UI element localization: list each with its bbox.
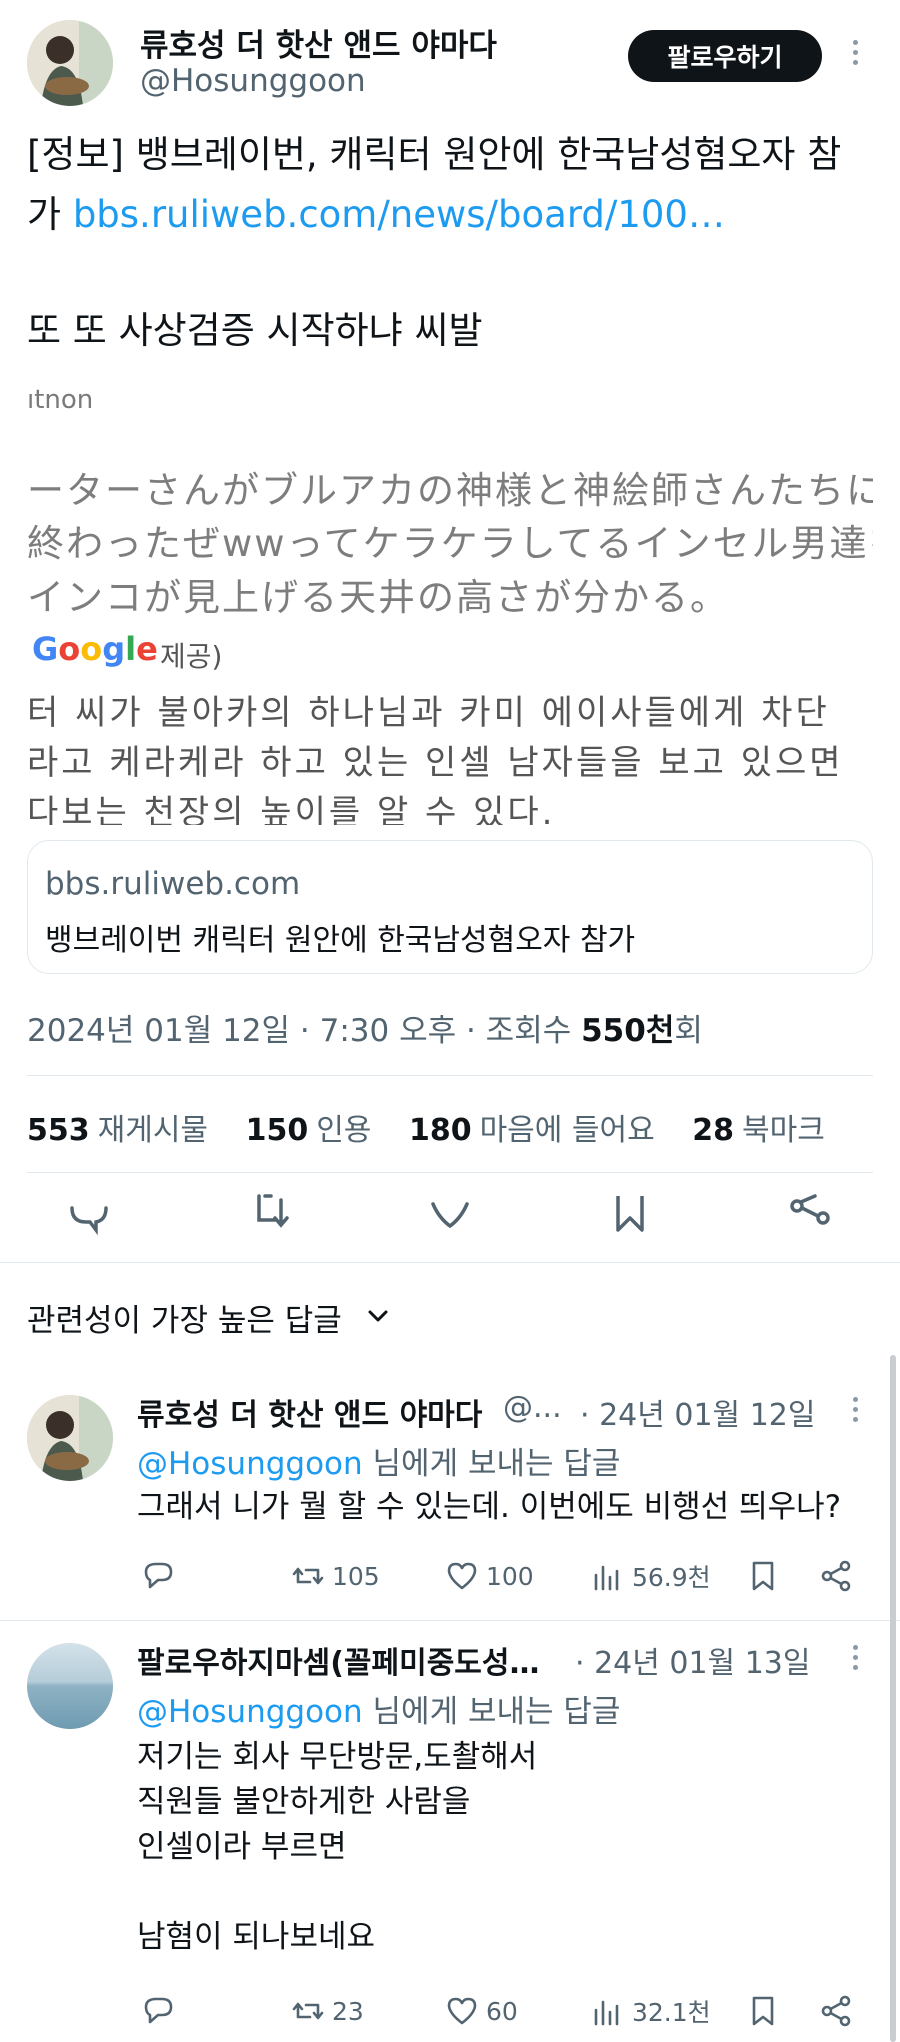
section-divider — [0, 1262, 900, 1263]
google-logo: Google — [32, 630, 158, 668]
tweet-text: [정보] 뱅브레이번, 캐릭터 원안에 한국남성혐오자 참가 bbs.ruliw… — [27, 125, 872, 245]
stat-bookmarks[interactable]: 28 북마크 — [692, 1113, 825, 1148]
view-count: 56.9천 — [632, 1563, 711, 1592]
reply-author-name[interactable]: 팔로우하지마셈(꼴페미중도성… — [137, 1638, 540, 1682]
scrollbar[interactable] — [890, 1355, 896, 2042]
heart-icon — [447, 1562, 477, 1590]
divider — [27, 1172, 873, 1173]
reply-like-count[interactable]: 60 — [444, 1993, 518, 2029]
tweet-link[interactable]: bbs.ruliweb.com/news/board/100… — [73, 193, 725, 236]
author-handle[interactable]: @Hosunggoon — [140, 63, 366, 99]
reply-avatar[interactable] — [27, 1643, 113, 1729]
reply-text: 그래서 니가 뭘 할 수 있는데. 이번에도 비행선 띄우나? — [137, 1489, 842, 1525]
reply-divider — [0, 1620, 900, 1621]
retweet-icon — [292, 1567, 324, 1585]
follow-button[interactable]: 팔로우하기 — [628, 30, 822, 82]
reply-view-count[interactable]: 56.9천 — [590, 1558, 711, 1594]
like-count: 60 — [486, 1996, 518, 2026]
tweet-text-line2: 또 또 사상검증 시작하냐 씨발 — [27, 309, 483, 352]
view-count: 32.1천 — [632, 1998, 711, 2027]
reply-retweet-count[interactable]: 23 — [290, 1993, 364, 2029]
like-icon[interactable] — [425, 1188, 475, 1238]
reply-icon[interactable] — [140, 1993, 176, 2029]
share-icon[interactable] — [818, 1993, 854, 2029]
like-count: 100 — [486, 1561, 534, 1591]
avatar-image — [27, 20, 113, 106]
divider — [27, 1075, 873, 1076]
reply-icon[interactable] — [64, 1188, 114, 1238]
share-icon[interactable] — [785, 1188, 835, 1238]
reply-author-handle[interactable]: @... — [503, 1390, 562, 1425]
google-provided-label: 제공) — [160, 640, 223, 673]
korean-line-2: 라고 케라케라 하고 있는 인셀 남자들을 보고 있으면 — [27, 743, 844, 783]
author-name[interactable]: 류호성 더 핫산 앤드 야마다 — [140, 20, 497, 65]
chevron-down-icon[interactable] — [365, 1303, 391, 1329]
stat-likes[interactable]: 180 마음에 들어요 — [409, 1113, 655, 1148]
card-domain: bbs.ruliweb.com — [45, 866, 301, 902]
reply-view-count[interactable]: 32.1천 — [590, 1993, 711, 2029]
views-chart-icon — [594, 1565, 619, 1591]
bookmark-icon[interactable] — [605, 1188, 655, 1238]
reply-retweet-count[interactable]: 105 — [290, 1558, 380, 1594]
korean-line-3: 다보는 천장의 높이를 알 수 있다. — [27, 793, 556, 825]
korean-line-1: 터 씨가 불아카의 하나님과 카미 에이사들에게 차단 — [27, 693, 830, 733]
japanese-line-2: 終わったぜwwってケラケラしてるインセル男達を — [27, 522, 873, 565]
more-options-icon[interactable] — [850, 1645, 860, 1670]
reply-text: 저기는 회사 무단방문,도촬해서 직원들 불안하게한 사람을 인셀이라 부르면 … — [137, 1739, 538, 1955]
reply-author-name[interactable]: 류호성 더 핫산 앤드 야마다 — [137, 1390, 482, 1434]
tweet-stats: 553 재게시물 150 인용 180 마음에 들어요 28 북마크 — [27, 1105, 853, 1149]
image-fragment-text: ıtnon — [27, 385, 94, 415]
stat-quotes[interactable]: 150 인용 — [246, 1113, 372, 1148]
tweet-date: 2024년 01월 12일 · 7:30 오후 · 조회수 — [27, 1013, 582, 1049]
reply-to-handle[interactable]: @Hosunggoon — [137, 1694, 363, 1730]
retweet-icon[interactable] — [245, 1188, 295, 1238]
reply-sort-dropdown[interactable]: 관련성이 가장 높은 답글 — [27, 1295, 342, 1340]
heart-icon — [447, 1997, 477, 2025]
reply-to: @Hosunggoon 님에게 보내는 답글 — [137, 1438, 620, 1483]
reply-to-suffix: 님에게 보내는 답글 — [362, 1694, 621, 1730]
reply-date[interactable]: · 24년 01월 12일 — [580, 1390, 815, 1434]
avatar-image — [27, 1395, 113, 1481]
author-avatar[interactable] — [27, 20, 113, 106]
embedded-image[interactable]: ıtnon ーターさんがブルアカの神様と神絵師さんたちに 終わったぜwwってケラ… — [27, 385, 873, 825]
retweet-icon — [292, 2002, 324, 2020]
japanese-line-3: インコが見上げる天井の高さが分かる。 — [27, 576, 729, 619]
view-suffix: 회 — [674, 1013, 703, 1049]
reply-date[interactable]: · 24년 01월 13일 — [575, 1638, 810, 1682]
share-icon[interactable] — [818, 1558, 854, 1594]
avatar-image — [27, 1643, 113, 1729]
view-count: 550천 — [581, 1013, 675, 1049]
tweet-meta: 2024년 01월 12일 · 7:30 오후 · 조회수 550천회 — [27, 1005, 703, 1050]
reply-to: @Hosunggoon 님에게 보내는 답글 — [137, 1686, 620, 1731]
more-options-icon[interactable] — [850, 40, 860, 65]
link-card[interactable]: bbs.ruliweb.com 뱅브레이번 캐릭터 원안에 한국남성혐오자 참가 — [27, 840, 873, 974]
more-options-icon[interactable] — [850, 1397, 860, 1422]
bookmark-icon[interactable] — [745, 1993, 781, 2029]
bookmark-icon[interactable] — [745, 1558, 781, 1594]
japanese-line-1: ーターさんがブルアカの神様と神絵師さんたちに — [27, 469, 873, 512]
reply-icon[interactable] — [140, 1558, 176, 1594]
views-chart-icon — [594, 2000, 619, 2026]
stat-reposts[interactable]: 553 재게시물 — [27, 1113, 208, 1148]
retweet-count: 105 — [332, 1561, 380, 1591]
reply-like-count[interactable]: 100 — [444, 1558, 534, 1594]
retweet-count: 23 — [332, 1996, 364, 2026]
card-title: 뱅브레이번 캐릭터 원안에 한국남성혐오자 참가 — [45, 923, 636, 958]
reply-avatar[interactable] — [27, 1395, 113, 1481]
reply-to-suffix: 님에게 보내는 답글 — [362, 1446, 621, 1482]
reply-to-handle[interactable]: @Hosunggoon — [137, 1446, 363, 1482]
